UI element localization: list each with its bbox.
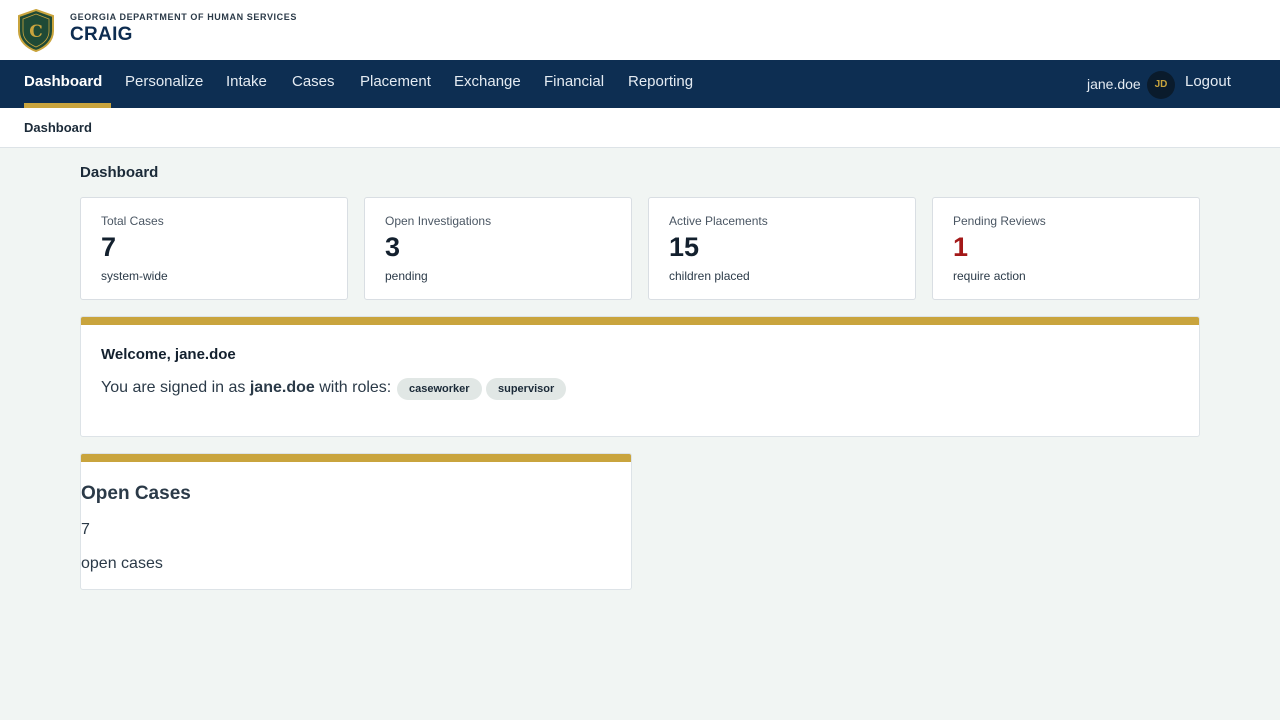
signed-in-prefix: You are signed in as: [101, 379, 246, 396]
logo-letter: C: [29, 22, 43, 42]
current-user-name: jane.doe: [1087, 76, 1141, 92]
nav-item-exchange[interactable]: Exchange: [454, 60, 521, 108]
stat-label: Pending Reviews: [953, 214, 1046, 228]
open-cases-card: Open Cases 7 open cases: [80, 453, 632, 590]
shield-logo-icon[interactable]: C: [17, 9, 55, 52]
stat-card-open-investigations: Open Investigations 3 pending: [364, 197, 632, 300]
stat-label: Open Investigations: [385, 214, 492, 228]
stat-subtext: children placed: [669, 269, 750, 283]
app-name[interactable]: CRAIG: [70, 24, 133, 46]
card-accent-bar: [81, 317, 1199, 325]
stat-label: Total Cases: [101, 214, 164, 228]
stat-subtext: require action: [953, 269, 1026, 283]
open-cases-subtext: open cases: [81, 555, 163, 572]
welcome-title: Welcome, jane.doe: [101, 346, 236, 363]
open-cases-count: 7: [81, 521, 90, 538]
open-cases-title: Open Cases: [81, 483, 191, 504]
stat-value: 1: [953, 232, 969, 262]
stat-subtext: system-wide: [101, 269, 168, 283]
stat-card-active-placements: Active Placements 15 children placed: [648, 197, 916, 300]
breadcrumb-current: Dashboard: [24, 120, 92, 135]
page-title: Dashboard: [80, 164, 159, 181]
nav-item-placement[interactable]: Placement: [360, 60, 431, 108]
top-header: C GEORGIA DEPARTMENT OF HUMAN SERVICES C…: [0, 0, 1280, 60]
nav-item-intake[interactable]: Intake: [226, 60, 267, 108]
stat-value: 7: [101, 232, 117, 262]
signed-in-suffix: with roles:: [319, 379, 392, 396]
card-accent-bar: [81, 454, 631, 462]
role-badge-supervisor: supervisor: [486, 378, 567, 400]
stat-card-pending-reviews: Pending Reviews 1 require action: [932, 197, 1200, 300]
nav-item-personalize[interactable]: Personalize: [125, 60, 203, 108]
nav-item-cases[interactable]: Cases: [292, 60, 335, 108]
breadcrumb: Dashboard: [0, 108, 1280, 148]
nav-item-reporting[interactable]: Reporting: [628, 60, 693, 108]
stat-card-total-cases: Total Cases 7 system-wide: [80, 197, 348, 300]
signed-in-username: jane.doe: [249, 379, 315, 396]
nav-item-financial[interactable]: Financial: [544, 60, 604, 108]
stat-subtext: pending: [385, 269, 428, 283]
agency-name: GEORGIA DEPARTMENT OF HUMAN SERVICES: [70, 12, 297, 22]
stat-value: 15: [669, 232, 700, 262]
nav-item-dashboard[interactable]: Dashboard: [24, 60, 102, 108]
logout-link[interactable]: Logout: [1185, 60, 1231, 108]
signed-in-text: You are signed in as jane.doe with roles…: [101, 379, 391, 397]
user-avatar[interactable]: JD: [1147, 71, 1175, 99]
welcome-card: Welcome, jane.doe You are signed in as j…: [80, 316, 1200, 437]
role-badge-caseworker: caseworker: [397, 378, 482, 400]
stat-value: 3: [385, 232, 401, 262]
stat-label: Active Placements: [669, 214, 768, 228]
